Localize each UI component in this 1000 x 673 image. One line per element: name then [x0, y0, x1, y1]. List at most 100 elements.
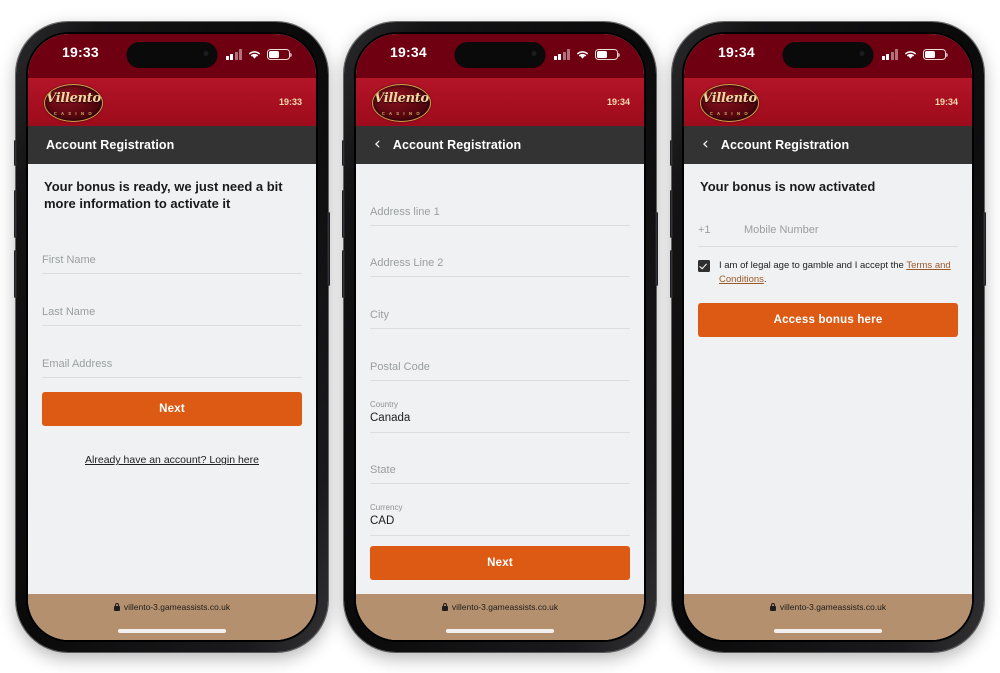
url-display-1[interactable]: villento-3.gameassists.co.uk: [113, 602, 230, 612]
volume-up-button-3[interactable]: [670, 190, 673, 238]
back-chevron-icon-3[interactable]: ‹: [702, 135, 709, 153]
currency-label: Currency: [370, 503, 403, 513]
browser-bottom-bar-3: villento-3.gameassists.co.uk: [684, 594, 972, 640]
state-field[interactable]: State: [370, 433, 630, 485]
terms-text: I am of legal age to gamble and I accept…: [719, 259, 958, 287]
address-line-1-label: Address line 1: [370, 205, 440, 218]
cellular-signal-icon: [553, 49, 570, 60]
address-line-2-label: Address Line 2: [370, 257, 444, 270]
status-bar-clock-3: 19:34: [718, 44, 755, 60]
registration-page-3: Your bonus is now activated +1 Mobile Nu…: [684, 164, 972, 594]
page-title-2: Account Registration: [392, 138, 522, 152]
phone-bezel-3: 19:34 Villento C A S I N O 19:34 ‹ Accou…: [682, 32, 974, 642]
address-line-2-field[interactable]: Address Line 2: [370, 226, 630, 278]
brand-bar-2: Villento C A S I N O 19:34: [356, 78, 644, 126]
status-bar-icons-1: [225, 46, 293, 60]
cellular-signal-icon: [225, 49, 242, 60]
browser-bottom-bar-1: villento-3.gameassists.co.uk: [28, 594, 316, 640]
logo-wordmark-1: Villento: [46, 91, 101, 106]
home-indicator-3[interactable]: [774, 629, 882, 633]
lock-icon: [769, 603, 776, 611]
dynamic-island-3: [782, 42, 874, 68]
wifi-icon: [903, 49, 918, 60]
phone-device-1: 19:33 Villento C A S I N O 19:33 Account…: [14, 22, 330, 652]
registration-page-2: Address line 1 Address Line 2 City Posta…: [356, 164, 644, 594]
wifi-icon: [247, 49, 262, 60]
logo-subtext-2: C A S I N O: [381, 111, 422, 116]
access-bonus-button[interactable]: Access bonus here: [698, 302, 958, 337]
villento-casino-logo-3[interactable]: Villento C A S I N O: [700, 84, 759, 122]
status-bar-1: 19:33: [28, 34, 316, 78]
postal-code-field[interactable]: Postal Code: [370, 329, 630, 381]
status-bar-icons-3: [881, 46, 949, 60]
dynamic-island-2: [454, 42, 546, 68]
last-name-field[interactable]: Last Name: [42, 274, 302, 327]
url-display-2[interactable]: villento-3.gameassists.co.uk: [441, 602, 559, 612]
silent-switch-3[interactable]: [670, 140, 673, 166]
headline-1: Your bonus is ready, we just need a bit …: [44, 179, 283, 212]
power-button-1[interactable]: [327, 212, 330, 286]
nav-bar-1: Account Registration: [28, 126, 316, 164]
email-address-field[interactable]: Email Address: [42, 326, 302, 379]
country-label: Country: [370, 399, 399, 409]
currency-select[interactable]: Currency CAD: [370, 484, 630, 537]
home-indicator-1[interactable]: [118, 629, 226, 633]
terms-checkbox[interactable]: [698, 260, 710, 273]
mobile-number-placeholder: Mobile Number: [744, 223, 819, 236]
phone-device-3: 19:34 Villento C A S I N O 19:34 ‹ Accou…: [670, 22, 986, 652]
logo-wordmark-3: Villento: [702, 91, 757, 106]
volume-up-button-1[interactable]: [14, 190, 17, 238]
cellular-signal-icon: [881, 49, 898, 60]
status-bar-clock-2: 19:34: [390, 44, 427, 60]
villento-casino-logo-1[interactable]: Villento C A S I N O: [44, 84, 103, 122]
battery-icon: [595, 49, 621, 60]
volume-down-button-1[interactable]: [14, 250, 17, 298]
last-name-label: Last Name: [42, 306, 96, 319]
url-display-3[interactable]: villento-3.gameassists.co.uk: [769, 602, 886, 612]
next-button-1[interactable]: Next: [42, 392, 302, 427]
country-select[interactable]: Country Canada: [370, 381, 630, 433]
home-indicator-2[interactable]: [446, 629, 554, 633]
volume-down-button-3[interactable]: [670, 250, 673, 298]
url-text-2: villento-3.gameassists.co.uk: [451, 602, 559, 612]
brand-bar-clock-1: 19:33: [278, 97, 302, 107]
lock-icon: [113, 603, 120, 611]
city-label: City: [370, 309, 389, 321]
first-name-field[interactable]: First Name: [42, 222, 302, 275]
mobile-number-field[interactable]: +1 Mobile Number: [698, 213, 958, 248]
browser-bottom-bar-2: villento-3.gameassists.co.uk: [356, 594, 644, 640]
city-field[interactable]: City: [370, 277, 630, 330]
status-bar-3: 19:34: [684, 34, 972, 78]
phone-screen-2: 19:34 Villento C A S I N O 19:34 ‹ Accou…: [356, 34, 644, 640]
phone-device-2: 19:34 Villento C A S I N O 19:34 ‹ Accou…: [342, 22, 658, 652]
brand-bar-clock-2: 19:34: [606, 97, 630, 107]
back-chevron-icon-2[interactable]: ‹: [374, 135, 381, 153]
first-name-label: First Name: [42, 254, 96, 267]
logo-subtext-3: C A S I N O: [709, 111, 750, 116]
silent-switch-1[interactable]: [14, 140, 17, 166]
currency-value: CAD: [370, 515, 395, 528]
villento-casino-logo-2[interactable]: Villento C A S I N O: [372, 84, 431, 122]
phone-bezel-1: 19:33 Villento C A S I N O 19:33 Account…: [26, 32, 318, 642]
terms-agreement-row[interactable]: I am of legal age to gamble and I accept…: [698, 259, 958, 287]
volume-up-button-2[interactable]: [342, 190, 345, 238]
power-button-2[interactable]: [655, 212, 658, 286]
next-button-2[interactable]: Next: [370, 546, 630, 580]
wifi-icon: [575, 49, 590, 60]
address-line-1-field[interactable]: Address line 1: [370, 174, 630, 226]
battery-icon: [923, 49, 949, 60]
logo-wordmark-2: Villento: [374, 91, 429, 106]
nav-bar-2: ‹ Account Registration: [356, 126, 644, 164]
phone-bezel-2: 19:34 Villento C A S I N O 19:34 ‹ Accou…: [354, 32, 646, 642]
brand-bar-3: Villento C A S I N O 19:34: [684, 78, 972, 126]
nav-bar-3: ‹ Account Registration: [684, 126, 972, 164]
registration-page-1: Your bonus is ready, we just need a bit …: [28, 164, 316, 594]
volume-down-button-2[interactable]: [342, 250, 345, 298]
lock-icon: [441, 603, 448, 611]
state-label: State: [370, 464, 396, 477]
login-link-1[interactable]: Already have an account? Login here: [28, 454, 316, 466]
silent-switch-2[interactable]: [342, 140, 345, 166]
power-button-3[interactable]: [983, 212, 986, 286]
battery-icon: [267, 49, 293, 60]
